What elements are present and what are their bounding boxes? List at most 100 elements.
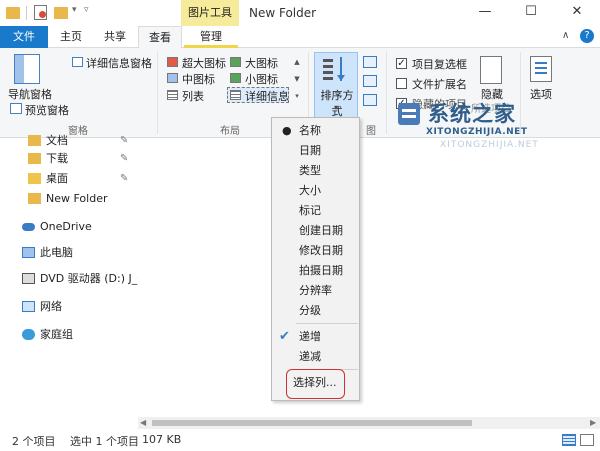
nav-item-label: 桌面 — [46, 172, 68, 185]
hide-selected-icon[interactable] — [480, 56, 502, 84]
nav-item-onedrive[interactable]: OneDrive — [0, 216, 138, 238]
tab-share[interactable]: 共享 — [92, 26, 138, 48]
menu-item-label: 修改日期 — [299, 244, 343, 257]
menu-item-date-modified[interactable]: 修改日期 — [273, 241, 359, 261]
menu-item-type[interactable]: 类型 — [273, 161, 359, 181]
layout-large-icons[interactable]: 大图标 — [245, 55, 278, 71]
watermark-logo-icon — [398, 103, 420, 125]
nav-item-dvd-drive[interactable]: DVD 驱动器 (D:) J_C — [0, 268, 138, 290]
status-size: 107 KB — [142, 433, 182, 446]
status-selected: 选中 1 个项目 — [70, 435, 139, 448]
details-pane-button[interactable]: 详细信息窗格 — [86, 55, 152, 71]
scroll-left-icon[interactable]: ◀ — [140, 418, 146, 427]
nav-item-label: 家庭组 — [40, 328, 73, 341]
menu-item-descending[interactable]: 递减 — [273, 347, 359, 367]
scroll-right-icon[interactable]: ▶ — [590, 418, 596, 427]
dvd-drive-icon — [22, 273, 35, 284]
checkmark-icon: ✔ — [279, 329, 290, 344]
downloads-folder-icon — [28, 153, 41, 164]
nav-item-downloads[interactable]: 下载 ✎ — [0, 148, 138, 170]
layout-gallery-scroll[interactable]: ▲ ▼ ▾ — [292, 54, 302, 106]
nav-item-label: New Folder — [46, 192, 108, 205]
small-icons-icon — [230, 73, 241, 83]
onedrive-cloud-icon — [22, 223, 35, 231]
sort-icon — [323, 57, 349, 81]
nav-item-network[interactable]: 网络 — [0, 296, 138, 318]
tab-manage[interactable]: 管理 — [184, 26, 238, 48]
maximize-button[interactable]: ☐ — [508, 0, 554, 26]
documents-folder-icon — [28, 135, 41, 146]
menu-item-label: 分辨率 — [299, 284, 332, 297]
scroll-up-icon[interactable]: ▲ — [292, 54, 302, 71]
new-folder-icon[interactable] — [54, 7, 68, 19]
navigation-pane-button[interactable]: 导航窗格 — [8, 86, 52, 102]
watermark-url: XITONGZHIJIA.NET — [426, 127, 528, 137]
close-button[interactable]: ✕ — [554, 0, 600, 26]
menu-item-label: 递减 — [299, 350, 321, 363]
sort-by-button[interactable]: 排序方式 ▾ — [314, 52, 358, 120]
group-divider — [157, 52, 158, 134]
details-view-icon — [230, 90, 241, 100]
details-pane-icon[interactable] — [72, 57, 83, 67]
menu-item-rating[interactable]: 分级 — [273, 301, 359, 321]
menu-item-size[interactable]: 大小 — [273, 181, 359, 201]
file-extensions-checkbox[interactable] — [396, 78, 407, 89]
nav-item-this-pc[interactable]: 此电脑 — [0, 242, 138, 264]
tab-file[interactable]: 文件 — [0, 26, 48, 48]
menu-item-name[interactable]: ● 名称 — [273, 121, 359, 141]
nav-item-label: OneDrive — [40, 220, 92, 233]
nav-item-homegroup[interactable]: 家庭组 — [0, 324, 138, 346]
expand-gallery-icon[interactable]: ▾ — [292, 88, 302, 105]
pin-icon[interactable]: ✎ — [120, 148, 128, 170]
menu-item-date-taken[interactable]: 拍摄日期 — [273, 261, 359, 281]
tab-home[interactable]: 主页 — [50, 26, 92, 48]
menu-item-ascending[interactable]: ✔ 递增 — [273, 327, 359, 347]
layout-extra-large-icons[interactable]: 超大图标 — [182, 55, 226, 71]
layout-small-icons[interactable]: 小图标 — [245, 71, 278, 87]
nav-item-desktop[interactable]: 桌面 ✎ — [0, 168, 138, 190]
computer-icon — [22, 247, 35, 258]
watermark-title: 系统之家 — [428, 102, 516, 126]
large-icons-icon — [230, 57, 241, 67]
item-checkboxes-label: 项目复选框 — [412, 58, 467, 71]
size-columns-to-fit-icon[interactable] — [363, 94, 377, 106]
item-checkboxes-checkbox[interactable]: ✓ — [396, 58, 407, 69]
properties-icon[interactable] — [34, 5, 47, 20]
layout-list[interactable]: 列表 — [182, 88, 204, 104]
collapse-ribbon-icon[interactable]: ∧ — [562, 30, 569, 41]
menu-item-label: 名称 — [299, 124, 321, 137]
details-view-button[interactable] — [562, 434, 576, 446]
pin-icon[interactable]: ✎ — [120, 168, 128, 190]
menu-item-tags[interactable]: 标记 — [273, 201, 359, 221]
menu-item-date-created[interactable]: 创建日期 — [273, 221, 359, 241]
file-list-area[interactable] — [138, 138, 600, 417]
file-extensions-label: 文件扩展名 — [412, 78, 467, 91]
desktop-folder-icon — [28, 173, 41, 184]
options-button[interactable]: 选项 — [530, 86, 552, 102]
help-icon[interactable]: ? — [580, 29, 594, 43]
tab-view[interactable]: 查看 — [138, 26, 182, 49]
menu-item-label: 递增 — [299, 330, 321, 343]
group-by-icon[interactable] — [363, 56, 377, 68]
nav-item-new-folder[interactable]: New Folder — [0, 188, 138, 210]
add-columns-icon[interactable] — [363, 75, 377, 87]
options-icon[interactable] — [530, 56, 552, 82]
preview-pane-button[interactable]: 预览窗格 — [25, 102, 69, 118]
navigation-pane-icon[interactable] — [14, 54, 40, 84]
scrollbar-thumb[interactable] — [152, 420, 472, 426]
nav-item-label: DVD 驱动器 (D:) J_C — [40, 272, 138, 285]
folder-icon — [28, 193, 41, 204]
minimize-button[interactable]: — — [462, 0, 508, 26]
layout-medium-icons[interactable]: 中图标 — [182, 71, 215, 87]
customize-quick-access-icon[interactable]: ▿ — [84, 5, 89, 21]
layout-details[interactable]: 详细信息 — [245, 88, 289, 104]
scroll-down-icon[interactable]: ▼ — [292, 71, 302, 88]
homegroup-icon — [22, 329, 35, 340]
menu-item-date[interactable]: 日期 — [273, 141, 359, 161]
preview-pane-icon[interactable] — [10, 103, 22, 114]
quick-access-caret-icon[interactable]: ▾ — [72, 5, 77, 21]
menu-item-label: 分级 — [299, 304, 321, 317]
selected-bullet-icon: ● — [282, 124, 292, 137]
menu-item-resolution[interactable]: 分辨率 — [273, 281, 359, 301]
large-icons-view-button[interactable] — [580, 434, 594, 446]
